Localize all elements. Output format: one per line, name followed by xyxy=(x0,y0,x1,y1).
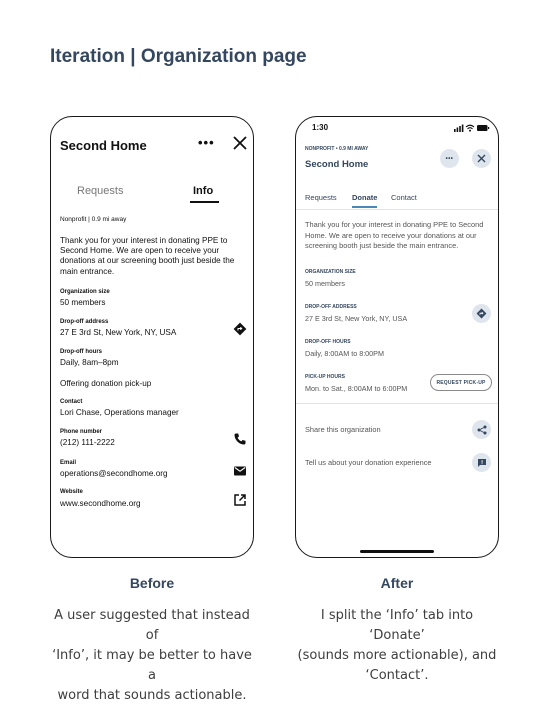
close-icon xyxy=(477,154,486,163)
directions-icon xyxy=(476,308,487,319)
hours-value: Daily, 8am–8pm xyxy=(60,358,119,367)
before-description-line: A user suggested that instead of xyxy=(54,608,250,643)
dropoff-label: DROP-OFF ADDRESS xyxy=(305,304,357,310)
more-icon: ••• xyxy=(445,155,454,162)
after-description-line: (sounds more actionable), and xyxy=(297,648,497,663)
before-description-line: word that sounds actionable. xyxy=(57,688,247,703)
org-description: Thank you for your interest in donating … xyxy=(60,236,235,276)
org-description: Thank you for your interest in donating … xyxy=(305,220,484,251)
mail-icon[interactable] xyxy=(233,464,247,478)
directions-button[interactable] xyxy=(472,304,491,323)
org-name: Second Home xyxy=(305,159,369,170)
tab-contact[interactable]: Contact xyxy=(391,193,417,202)
org-size-value: 50 members xyxy=(60,298,106,307)
dropoff-value: 27 E 3rd St, New York, NY, USA xyxy=(305,314,408,323)
email-value: operations@secondhome.org xyxy=(60,469,168,478)
hours-label: Drop-off hours xyxy=(60,349,102,355)
before-caption: Before xyxy=(129,575,175,591)
status-icons xyxy=(454,124,490,132)
contact-value: Lori Chase, Operations manager xyxy=(60,408,179,417)
share-icon xyxy=(477,425,486,434)
dropoff-hours-value: Daily, 8:00AM to 8:00PM xyxy=(305,349,384,358)
org-meta: Nonprofit | 0.9 mi away xyxy=(60,216,127,223)
contact-label: Contact xyxy=(60,399,83,405)
tab-info[interactable]: Info xyxy=(193,185,213,197)
after-description-line: I split the ‘Info’ tab into ‘Donate’ xyxy=(320,608,474,643)
close-icon[interactable] xyxy=(232,135,248,151)
org-name: Second Home xyxy=(60,138,147,153)
org-meta: NONPROFIT • 0.9 MI AWAY xyxy=(305,146,369,152)
close-button[interactable] xyxy=(472,149,491,168)
org-size-label: Organization size xyxy=(60,289,110,295)
pickup-note: Offering donation pick-up xyxy=(60,379,152,388)
page-title: Iteration | Organization page xyxy=(50,46,307,67)
pickup-hours-value: Mon. to Sat., 8:00AM to 6:00PM xyxy=(305,384,408,393)
phone-icon[interactable] xyxy=(233,432,247,446)
before-phone-screen: Second Home ••• Requests Info Nonprofit … xyxy=(50,116,254,558)
before-description: A user suggested that instead of ‘Info’,… xyxy=(50,606,254,706)
feedback-button[interactable] xyxy=(472,453,491,472)
phone-value: (212) 111-2222 xyxy=(60,438,115,447)
after-description: I split the ‘Info’ tab into ‘Donate’ (so… xyxy=(293,606,501,686)
dropoff-hours-label: DROP-OFF HOURS xyxy=(305,339,351,345)
pickup-hours-label: PICK-UP HOURS xyxy=(305,374,345,380)
more-icon[interactable]: ••• xyxy=(198,135,215,150)
directions-icon[interactable] xyxy=(233,322,247,336)
active-tab-indicator xyxy=(352,206,377,208)
request-pickup-button[interactable]: REQUEST PICK-UP xyxy=(430,374,492,391)
active-tab-indicator xyxy=(190,201,219,203)
dropoff-label: Drop-off address xyxy=(60,319,109,325)
phone-label: Phone number xyxy=(60,429,103,435)
external-link-icon[interactable] xyxy=(233,493,247,507)
tab-requests[interactable]: Requests xyxy=(305,193,337,202)
tab-divider xyxy=(296,209,498,210)
org-size-label: ORGANIZATION SIZE xyxy=(305,269,356,275)
section-divider xyxy=(296,403,498,404)
website-value[interactable]: www.secondhome.org xyxy=(60,499,141,508)
after-caption: After xyxy=(380,575,414,591)
org-size-value: 50 members xyxy=(305,279,345,288)
status-time: 1:30 xyxy=(312,123,329,132)
before-description-line: ‘Info’, it may be better to have a xyxy=(52,648,252,683)
tab-requests[interactable]: Requests xyxy=(77,185,123,197)
feedback-icon xyxy=(477,458,486,467)
tab-donate[interactable]: Donate xyxy=(352,193,377,202)
website-label: Website xyxy=(60,489,83,495)
dropoff-value: 27 E 3rd St, New York, NY, USA xyxy=(60,328,177,337)
after-phone-screen: 1:30 NONPROFIT • 0.9 MI AWAY Second Home… xyxy=(295,116,499,558)
feedback-label[interactable]: Tell us about your donation experience xyxy=(305,458,432,467)
after-description-line: ‘Contact’. xyxy=(365,668,429,683)
share-button[interactable] xyxy=(472,420,491,439)
more-button[interactable]: ••• xyxy=(440,149,459,168)
share-label[interactable]: Share this organization xyxy=(305,425,381,434)
home-indicator xyxy=(360,550,434,553)
email-label: Email xyxy=(60,460,77,466)
